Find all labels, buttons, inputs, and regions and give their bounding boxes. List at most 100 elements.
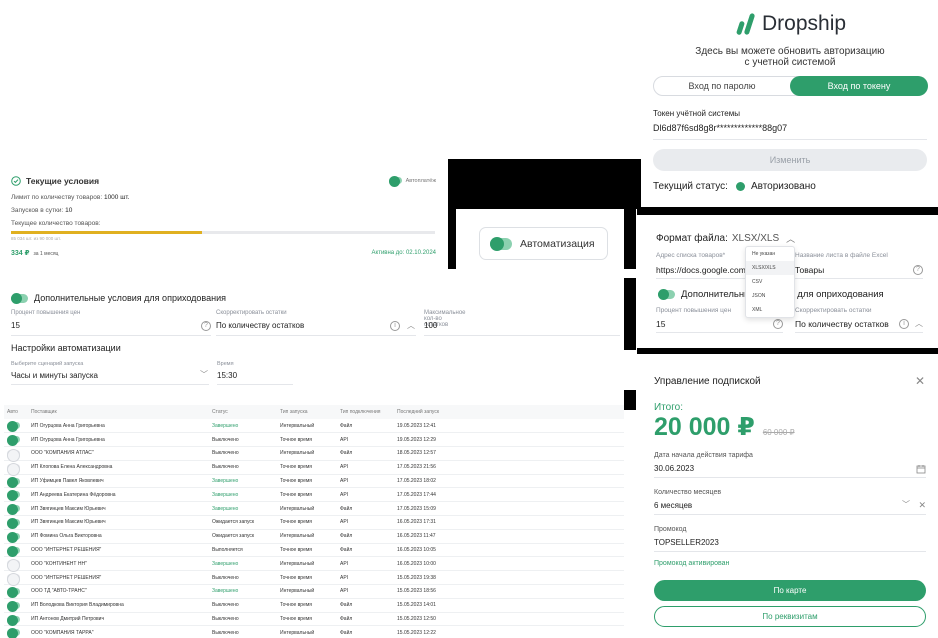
help-icon[interactable]: ? bbox=[913, 265, 923, 275]
price-period: за 1 месяц bbox=[33, 251, 59, 257]
supplier-cell: ИП Андреева Екатерина Фёдоровна bbox=[31, 487, 212, 503]
promo-field[interactable]: TOPSELLER2023 bbox=[654, 538, 926, 552]
table-row[interactable]: ИП Огурцова Анна Григорьевна Выключено Точ… bbox=[4, 432, 624, 448]
auto-toggle[interactable] bbox=[7, 504, 20, 516]
auto-toggle[interactable] bbox=[7, 462, 20, 476]
start-label: Дата начала действия тарифа bbox=[654, 452, 753, 459]
dropdown-option[interactable]: XML bbox=[746, 303, 794, 317]
auto-cell bbox=[4, 487, 31, 503]
table-row[interactable]: ИП Звягинцев Максим Юрьевич Ожидается зап… bbox=[4, 515, 624, 530]
tab-password[interactable]: Вход по паролю bbox=[654, 77, 790, 95]
sheet-field[interactable]: Товары ? bbox=[795, 265, 923, 279]
status-cell: Завершено bbox=[212, 487, 280, 503]
auto-toggle[interactable] bbox=[7, 600, 20, 612]
chevron-down-icon[interactable]: ﹀ bbox=[902, 499, 910, 510]
auto-toggle[interactable] bbox=[7, 421, 20, 433]
auto-toggle[interactable] bbox=[7, 448, 20, 462]
connector-bar bbox=[448, 209, 456, 269]
auto-toggle[interactable] bbox=[7, 490, 20, 502]
format-adjust-select[interactable]: По количеству остатков i ︿ bbox=[795, 319, 923, 333]
auto-toggle[interactable] bbox=[7, 614, 20, 626]
dropdown-option[interactable]: Не указан bbox=[746, 247, 794, 261]
months-select[interactable]: 6 месяцев ﹀ ✕ bbox=[654, 499, 926, 515]
start-date-field[interactable]: 30.06.2023 bbox=[654, 464, 926, 478]
sheet-label: Название листа в файле Excel bbox=[795, 252, 888, 259]
run-cell: Интервальный bbox=[280, 501, 340, 517]
chevron-up-icon[interactable]: ︿ bbox=[407, 320, 415, 331]
start-date-value: 30.06.2023 bbox=[654, 464, 695, 473]
table-row[interactable]: ООО ТД "АВТО-ТРАНС" Завершено Интервальный… bbox=[4, 584, 624, 599]
pay-requisites-button[interactable]: По реквизитам bbox=[654, 606, 926, 627]
chevron-up-icon[interactable]: ︿ bbox=[915, 318, 923, 329]
token-field[interactable]: Dl6d87f6sd8g8r*************88g07 bbox=[653, 123, 927, 140]
conn-cell: API bbox=[340, 584, 397, 599]
table-row[interactable]: ИП Андреева Екатерина Фёдоровна Завершено… bbox=[4, 487, 624, 503]
change-button[interactable]: Изменить bbox=[653, 149, 927, 171]
table-row[interactable]: ООО "ИНТЕРНЕТ РЕШЕНИЯ" Выключено Точное вр… bbox=[4, 570, 624, 587]
tab-token[interactable]: Вход по токену bbox=[790, 76, 928, 96]
table-row[interactable]: ИП Антонов Дмитрий Петрович Выключено Точн… bbox=[4, 612, 624, 627]
auto-toggle[interactable] bbox=[7, 559, 20, 573]
run-cell: Точное время bbox=[280, 474, 340, 489]
automation-toggle[interactable] bbox=[490, 236, 512, 251]
scenario-select[interactable]: Часы и минуты запуска ﹀ bbox=[11, 369, 209, 385]
run-cell: Интервальный bbox=[280, 584, 340, 599]
limit-label: Лимит по количеству товаров: bbox=[11, 194, 103, 201]
promo-status: Промокод активирован bbox=[654, 560, 730, 567]
close-icon[interactable]: ✕ bbox=[915, 374, 925, 388]
supplier-cell: ИП Огурцова Анна Григорьевна bbox=[31, 419, 212, 434]
toggle-switch[interactable] bbox=[388, 176, 402, 187]
dropdown-option[interactable]: JSON bbox=[746, 289, 794, 303]
scenario-label: Выберите сценарий запуска bbox=[11, 361, 84, 367]
last-cell: 17.05.2023 15:09 bbox=[397, 501, 624, 517]
auto-cell bbox=[4, 625, 31, 638]
calendar-icon[interactable] bbox=[916, 464, 926, 474]
info-icon[interactable]: i bbox=[390, 321, 400, 331]
table-row[interactable]: ООО "КОМПАНИЯ АТЛАС" Выключено Интервальны… bbox=[4, 446, 624, 462]
last-cell: 16.05.2023 10:00 bbox=[397, 556, 624, 572]
auto-toggle[interactable] bbox=[7, 628, 20, 638]
auto-toggle[interactable] bbox=[7, 435, 20, 447]
adjust-select[interactable]: По количеству остатков i ︿ bbox=[216, 321, 416, 336]
table-row[interactable]: ООО "КОНТИНЕНТ НН" Завершено Интервальный A… bbox=[4, 556, 624, 573]
table-row[interactable]: ИП Клопова Елена Александровна Выключено Т… bbox=[4, 460, 624, 476]
clear-icon[interactable]: ✕ bbox=[918, 500, 926, 511]
price-increase-field[interactable]: 15 ? bbox=[11, 321, 211, 336]
table-row[interactable]: ИП Фомина Ольга Викторовна Ожидается запу… bbox=[4, 529, 624, 544]
auto-cell bbox=[4, 419, 31, 434]
auto-toggle[interactable] bbox=[7, 517, 20, 529]
table-row[interactable]: ИП Уфимцев Павел Яковлевич Завершено Точно… bbox=[4, 474, 624, 489]
table-row[interactable]: ООО "ИНТЕРНЕТ РЕШЕНИЯ" Выполняется Точное … bbox=[4, 543, 624, 558]
dropdown-option-selected[interactable]: XLSX/XLS bbox=[746, 261, 794, 275]
auto-toggle[interactable] bbox=[7, 545, 20, 557]
auto-toggle[interactable] bbox=[7, 476, 20, 488]
format-price-field[interactable]: 15 ? bbox=[656, 319, 783, 333]
dropdown-option[interactable]: CSV bbox=[746, 275, 794, 289]
supplier-cell: ИП Уфимцев Павел Яковлевич bbox=[31, 474, 212, 489]
table-row[interactable]: ИП Звягинцев Максим Юрьевич Завершено Инте… bbox=[4, 501, 624, 517]
help-icon[interactable]: ? bbox=[773, 319, 783, 329]
chevron-down-icon[interactable]: ﹀ bbox=[200, 369, 208, 380]
table-row[interactable]: ООО "КОМПАНИЯ ТАРРА" Выключено Интервальны… bbox=[4, 625, 624, 638]
time-field[interactable]: 15:30 bbox=[217, 371, 293, 385]
extra-toggle[interactable] bbox=[11, 292, 28, 304]
pay-card-button[interactable]: По карте bbox=[654, 580, 926, 601]
autopay-toggle[interactable]: Автоплатёж bbox=[388, 176, 436, 187]
info-icon[interactable]: i bbox=[899, 319, 909, 329]
help-icon[interactable]: ? bbox=[201, 321, 211, 331]
supplier-cell: ООО "ИНТЕРНЕТ РЕШЕНИЯ" bbox=[31, 543, 212, 558]
format-extra-toggle[interactable] bbox=[658, 289, 675, 300]
conn-cell: API bbox=[340, 556, 397, 572]
auto-toggle[interactable] bbox=[7, 573, 20, 587]
table-row[interactable]: ИП Володкова Виктория Владимировна Выключ… bbox=[4, 598, 624, 613]
chevron-up-icon[interactable]: ︿ bbox=[786, 232, 795, 245]
last-cell: 17.05.2023 18:02 bbox=[397, 474, 624, 489]
table-header-row: Авто Поставщик Статус Тип запуска Тип по… bbox=[4, 405, 624, 419]
automation-chip[interactable]: Автоматизация bbox=[479, 227, 608, 260]
sheet-value: Товары bbox=[795, 265, 825, 275]
run-cell: Точное время bbox=[280, 487, 340, 503]
format-header[interactable]: Формат файла: XLSX/XLS ︿ bbox=[656, 232, 795, 245]
auto-toggle[interactable] bbox=[7, 531, 20, 543]
auto-toggle[interactable] bbox=[7, 586, 20, 598]
table-row[interactable]: ИП Огурцова Анна Григорьевна Завершено Инт… bbox=[4, 419, 624, 434]
